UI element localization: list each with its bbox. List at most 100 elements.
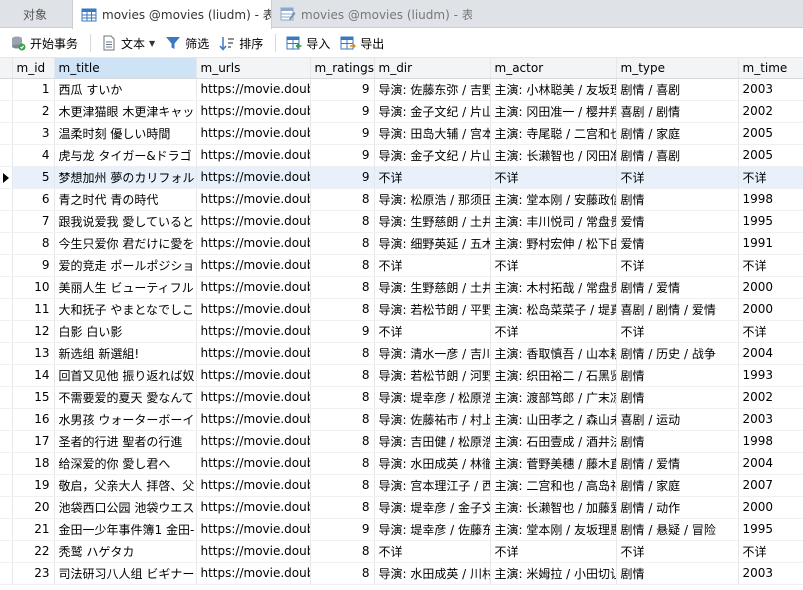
cell-m_urls[interactable]: https://movie.doub (196, 408, 311, 431)
cell-m_ratings[interactable]: 9 (310, 100, 375, 123)
table-row[interactable]: 9 爱的竞走 ポールポジショ https://movie.doub 8 不详 不详 不详 不详 (0, 254, 803, 277)
cell-m_id[interactable]: 14 (12, 364, 55, 387)
cell-m_title[interactable]: 不需要爱的夏天 愛なんて (54, 386, 197, 409)
cell-m_ratings[interactable]: 8 (310, 276, 375, 299)
row-indicator[interactable] (0, 78, 13, 101)
cell-m_ratings[interactable]: 8 (310, 386, 375, 409)
cell-m_actor[interactable]: 主演: 二宫和也 / 高岛礼 (490, 474, 617, 497)
cell-m_actor[interactable]: 主演: 野村宏伸 / 松下由 (490, 232, 617, 255)
cell-m_type[interactable]: 剧情 / 爱情 (616, 276, 739, 299)
cell-m_type[interactable]: 不详 (616, 540, 739, 563)
cell-m_urls[interactable]: https://movie.doub (196, 166, 311, 189)
table-row[interactable]: 8 今生只爱你 君だけに愛を https://movie.doub 8 导演: 细野英延… (0, 232, 803, 255)
cell-m_ratings[interactable]: 8 (310, 430, 375, 453)
cell-m_time[interactable]: 1998 (738, 188, 803, 211)
cell-m_type[interactable]: 爱情 (616, 232, 739, 255)
cell-m_urls[interactable]: https://movie.doub (196, 386, 311, 409)
cell-m_title[interactable]: 秃鹫 ハゲタカ (54, 540, 197, 563)
column-header-m_type[interactable]: m_type (616, 58, 739, 79)
cell-m_time[interactable]: 2003 (738, 408, 803, 431)
cell-m_dir[interactable]: 导演: 若松节朗 / 河野 (374, 364, 491, 387)
column-header-m_id[interactable]: m_id (12, 58, 55, 79)
row-indicator[interactable] (0, 496, 13, 519)
cell-m_id[interactable]: 8 (12, 232, 55, 255)
cell-m_dir[interactable]: 导演: 堤幸彦 / 金子文 (374, 496, 491, 519)
cell-m_dir[interactable]: 导演: 细野英延 / 五木 (374, 232, 491, 255)
cell-m_title[interactable]: 回首又见他 振り返れば奴 (54, 364, 197, 387)
cell-m_urls[interactable]: https://movie.doub (196, 144, 311, 167)
tab-movies-table[interactable]: movies @movies (liudm) - 表 (72, 0, 272, 29)
table-row[interactable]: 3 温柔时刻 優しい時間 https://movie.doub 9 导演: 田岛大辅 /… (0, 122, 803, 145)
cell-m_id[interactable]: 13 (12, 342, 55, 365)
cell-m_time[interactable]: 2005 (738, 144, 803, 167)
cell-m_time[interactable]: 不详 (738, 254, 803, 277)
cell-m_type[interactable]: 喜剧 / 剧情 / 爱情 (616, 298, 739, 321)
cell-m_time[interactable]: 不详 (738, 320, 803, 343)
cell-m_title[interactable]: 木更津猫眼 木更津キャッ (54, 100, 197, 123)
cell-m_ratings[interactable]: 8 (310, 342, 375, 365)
cell-m_actor[interactable]: 主演: 长濑智也 / 冈田准 (490, 144, 617, 167)
cell-m_ratings[interactable]: 9 (310, 518, 375, 541)
row-indicator[interactable] (0, 364, 13, 387)
cell-m_title[interactable]: 虎与龙 タイガー&ドラゴ (54, 144, 197, 167)
cell-m_id[interactable]: 10 (12, 276, 55, 299)
cell-m_title[interactable]: 新选组 新選組! (54, 342, 197, 365)
cell-m_urls[interactable]: https://movie.doub (196, 562, 311, 585)
row-indicator[interactable] (0, 144, 13, 167)
table-row[interactable]: 14 回首又见他 振り返れば奴 https://movie.doub 8 导演: 若松节… (0, 364, 803, 387)
table-row[interactable]: 11 大和抚子 やまとなでしこ https://movie.doub 8 导演: 若松节… (0, 298, 803, 321)
cell-m_type[interactable]: 不详 (616, 320, 739, 343)
cell-m_id[interactable]: 3 (12, 122, 55, 145)
cell-m_dir[interactable]: 导演: 佐藤东弥 / 吉野 (374, 78, 491, 101)
cell-m_ratings[interactable]: 8 (310, 232, 375, 255)
cell-m_title[interactable]: 水男孩 ウォーターボーイ (54, 408, 197, 431)
cell-m_id[interactable]: 19 (12, 474, 55, 497)
cell-m_urls[interactable]: https://movie.doub (196, 232, 311, 255)
cell-m_title[interactable]: 青之时代 青の時代 (54, 188, 197, 211)
cell-m_time[interactable]: 2007 (738, 474, 803, 497)
cell-m_actor[interactable]: 主演: 堂本刚 / 友坂理惠 (490, 518, 617, 541)
cell-m_ratings[interactable]: 9 (310, 78, 375, 101)
cell-m_urls[interactable]: https://movie.doub (196, 78, 311, 101)
cell-m_time[interactable]: 2003 (738, 562, 803, 585)
table-row[interactable]: 22 秃鹫 ハゲタカ https://movie.doub 8 不详 不详 不详 不详 (0, 540, 803, 563)
row-indicator[interactable] (0, 232, 13, 255)
table-row[interactable]: 15 不需要爱的夏天 愛なんて https://movie.doub 8 导演: 堤幸彦… (0, 386, 803, 409)
cell-m_time[interactable]: 2002 (738, 100, 803, 123)
row-indicator[interactable] (0, 408, 13, 431)
cell-m_ratings[interactable]: 8 (310, 364, 375, 387)
cell-m_time[interactable]: 2005 (738, 122, 803, 145)
cell-m_ratings[interactable]: 8 (310, 496, 375, 519)
cell-m_id[interactable]: 20 (12, 496, 55, 519)
cell-m_urls[interactable]: https://movie.doub (196, 342, 311, 365)
table-row[interactable]: 19 敬启，父亲大人 拝啓、父 https://movie.doub 8 导演: 宫本理… (0, 474, 803, 497)
cell-m_actor[interactable]: 主演: 冈田准一 / 樱井翔 (490, 100, 617, 123)
table-row[interactable]: 21 金田一少年事件簿1 金田-https://movie.doub 9 导演: 堤幸… (0, 518, 803, 541)
cell-m_actor[interactable]: 不详 (490, 166, 617, 189)
table-row[interactable]: 13 新选组 新選組! https://movie.doub 8 导演: 清水一彦 / … (0, 342, 803, 365)
cell-m_title[interactable]: 大和抚子 やまとなでしこ (54, 298, 197, 321)
cell-m_dir[interactable]: 导演: 生野慈朗 / 土井 (374, 210, 491, 233)
table-row[interactable]: 16 水男孩 ウォーターボーイ https://movie.doub 8 导演: 佐藤祐… (0, 408, 803, 431)
cell-m_type[interactable]: 剧情 (616, 364, 739, 387)
row-indicator[interactable] (0, 298, 13, 321)
cell-m_title[interactable]: 跟我说爱我 愛していると (54, 210, 197, 233)
cell-m_id[interactable]: 6 (12, 188, 55, 211)
table-row[interactable]: 20 池袋西口公园 池袋ウエス https://movie.doub 8 导演: 堤幸彦… (0, 496, 803, 519)
cell-m_id[interactable]: 12 (12, 320, 55, 343)
cell-m_ratings[interactable]: 9 (310, 320, 375, 343)
cell-m_id[interactable]: 2 (12, 100, 55, 123)
sort-button[interactable]: 排序 (215, 32, 267, 54)
row-indicator[interactable] (0, 430, 13, 453)
cell-m_dir[interactable]: 导演: 田岛大辅 / 宫本 (374, 122, 491, 145)
cell-m_time[interactable]: 2002 (738, 386, 803, 409)
cell-m_title[interactable]: 白影 白い影 (54, 320, 197, 343)
cell-m_time[interactable]: 1995 (738, 518, 803, 541)
cell-m_title[interactable]: 西瓜 すいか (54, 78, 197, 101)
cell-m_type[interactable]: 剧情 / 家庭 (616, 474, 739, 497)
cell-m_dir[interactable]: 不详 (374, 254, 491, 277)
row-indicator[interactable] (0, 100, 13, 123)
cell-m_actor[interactable]: 主演: 松岛菜菜子 / 堤真 (490, 298, 617, 321)
cell-m_ratings[interactable]: 8 (310, 188, 375, 211)
table-row[interactable]: 2 木更津猫眼 木更津キャッ https://movie.doub 9 导演: 金子文纪… (0, 100, 803, 123)
